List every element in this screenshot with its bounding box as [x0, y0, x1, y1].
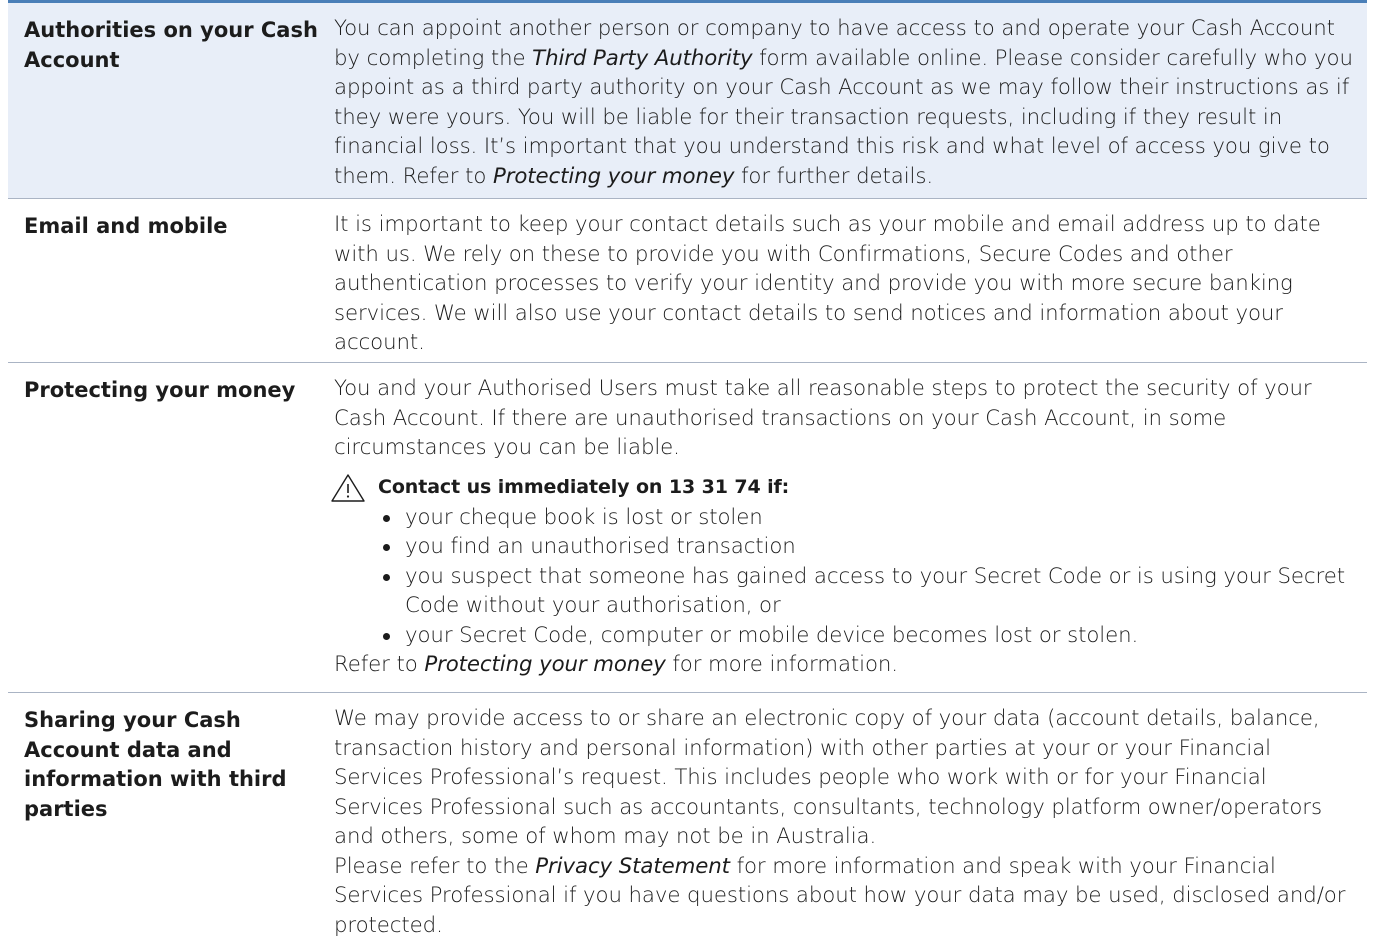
warning-list: your cheque book is lost or stolen you f…: [334, 503, 1361, 651]
list-item: your cheque book is lost or stolen: [383, 503, 1361, 533]
document-reference: Privacy Statement: [535, 853, 730, 879]
row-heading: Sharing your Cash Account data and infor…: [24, 708, 287, 821]
terms-table: Authorities on your Cash Account You can…: [8, 0, 1367, 945]
list-item: your Secret Code, computer or mobile dev…: [383, 621, 1361, 651]
paragraph: Please refer to the Privacy Statement fo…: [334, 852, 1361, 941]
form-reference: Third Party Authority: [532, 45, 753, 71]
section-reference: Protecting your money: [424, 652, 666, 677]
warning-triangle-icon: [331, 473, 365, 502]
table-row: Authorities on your Cash Account You can…: [8, 3, 1367, 199]
paragraph: You and your Authorised Users must take …: [334, 376, 1312, 460]
paragraph: Refer to Protecting your money for more …: [334, 650, 1361, 680]
text-segment: for more information.: [665, 652, 898, 677]
row-content: It is important to keep your contact det…: [318, 199, 1367, 362]
paragraph: We may provide access to or share an ele…: [334, 706, 1322, 849]
warning-title: Contact us immediately on 13 31 74 if:: [378, 475, 790, 498]
table-row: Email and mobile It is important to keep…: [8, 199, 1367, 363]
warning-box: Contact us immediately on 13 31 74 if: y…: [331, 473, 1361, 651]
row-heading: Email and mobile: [24, 214, 228, 238]
row-content: You and your Authorised Users must take …: [318, 363, 1367, 692]
paragraph: You can appoint another person or compan…: [334, 14, 1361, 191]
row-heading: Protecting your money: [24, 378, 296, 402]
table-row: Sharing your Cash Account data and infor…: [8, 693, 1367, 945]
row-content: We may provide access to or share an ele…: [318, 693, 1367, 945]
text-segment: Please refer to the: [334, 853, 536, 879]
table-row: Protecting your money You and your Autho…: [8, 363, 1367, 693]
paragraph: It is important to keep your contact det…: [334, 212, 1321, 355]
row-content: You can appoint another person or compan…: [318, 3, 1367, 198]
text-segment: Refer to: [334, 652, 425, 677]
list-item: you find an unauthorised transaction: [383, 532, 1361, 562]
warning-heading: Contact us immediately on 13 31 74 if:: [331, 473, 1361, 503]
list-item: you suspect that someone has gained acce…: [383, 562, 1361, 621]
text-segment: for further details.: [734, 163, 934, 189]
row-heading: Authorities on your Cash Account: [24, 18, 318, 72]
section-reference: Protecting your money: [492, 163, 735, 189]
